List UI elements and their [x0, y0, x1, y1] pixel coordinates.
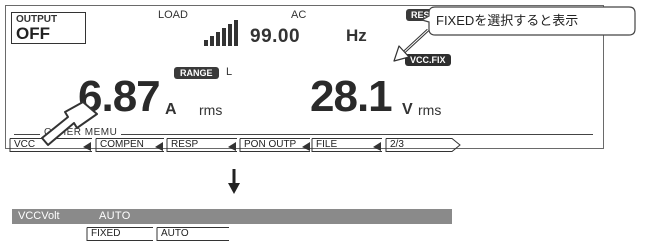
range-badge: RANGE	[174, 67, 219, 79]
ac-label: AC	[291, 9, 307, 21]
load-level-icon	[204, 20, 238, 46]
vccvolt-setting-bar: VCCVolt AUTO	[12, 209, 452, 224]
output-value: OFF	[16, 24, 50, 43]
softkey-pon-outp[interactable]: PON OUTP	[239, 138, 311, 152]
pointer-arrow-icon	[41, 101, 98, 146]
frequency-unit: Hz	[346, 26, 367, 45]
softkey-label: FILE	[316, 139, 338, 150]
softkey-next-page[interactable]: 2/3	[385, 138, 461, 152]
softkey-label: COMPEN	[100, 139, 144, 150]
softkey-label: PON OUTP	[244, 139, 297, 150]
softkey-label: RESP	[171, 139, 199, 150]
option-label: FIXED	[91, 228, 121, 239]
softkey-file[interactable]: FILE	[311, 138, 383, 152]
option-label: AUTO	[161, 228, 189, 239]
voltage-mode: rms	[418, 102, 442, 118]
load-label: LOAD	[158, 9, 188, 21]
current-mode: rms	[199, 102, 223, 118]
vccvolt-label: VCCVolt	[18, 210, 60, 222]
frequency-value: 99.00	[250, 26, 301, 47]
callout-arrow-icon	[393, 28, 430, 62]
voltage-value: 28.1	[310, 72, 393, 121]
softkey-label: VCC	[14, 139, 36, 150]
output-status-box: OUTPUT OFF	[11, 12, 86, 44]
current-unit: A	[165, 101, 177, 118]
callout-text: FIXEDを選択すると表示	[436, 13, 579, 28]
vccvolt-options: FIXED AUTO	[86, 227, 246, 242]
option-auto[interactable]: AUTO	[156, 227, 230, 241]
option-fixed[interactable]: FIXED	[86, 227, 154, 241]
down-arrow-icon	[228, 169, 240, 194]
voltage-unit: V	[402, 101, 413, 118]
vccvolt-value: AUTO	[99, 210, 131, 222]
softkey-compen[interactable]: COMPEN	[95, 138, 165, 152]
softkey-label: 2/3	[390, 139, 404, 150]
softkey-resp[interactable]: RESP	[166, 138, 238, 152]
range-suffix: L	[226, 66, 233, 78]
